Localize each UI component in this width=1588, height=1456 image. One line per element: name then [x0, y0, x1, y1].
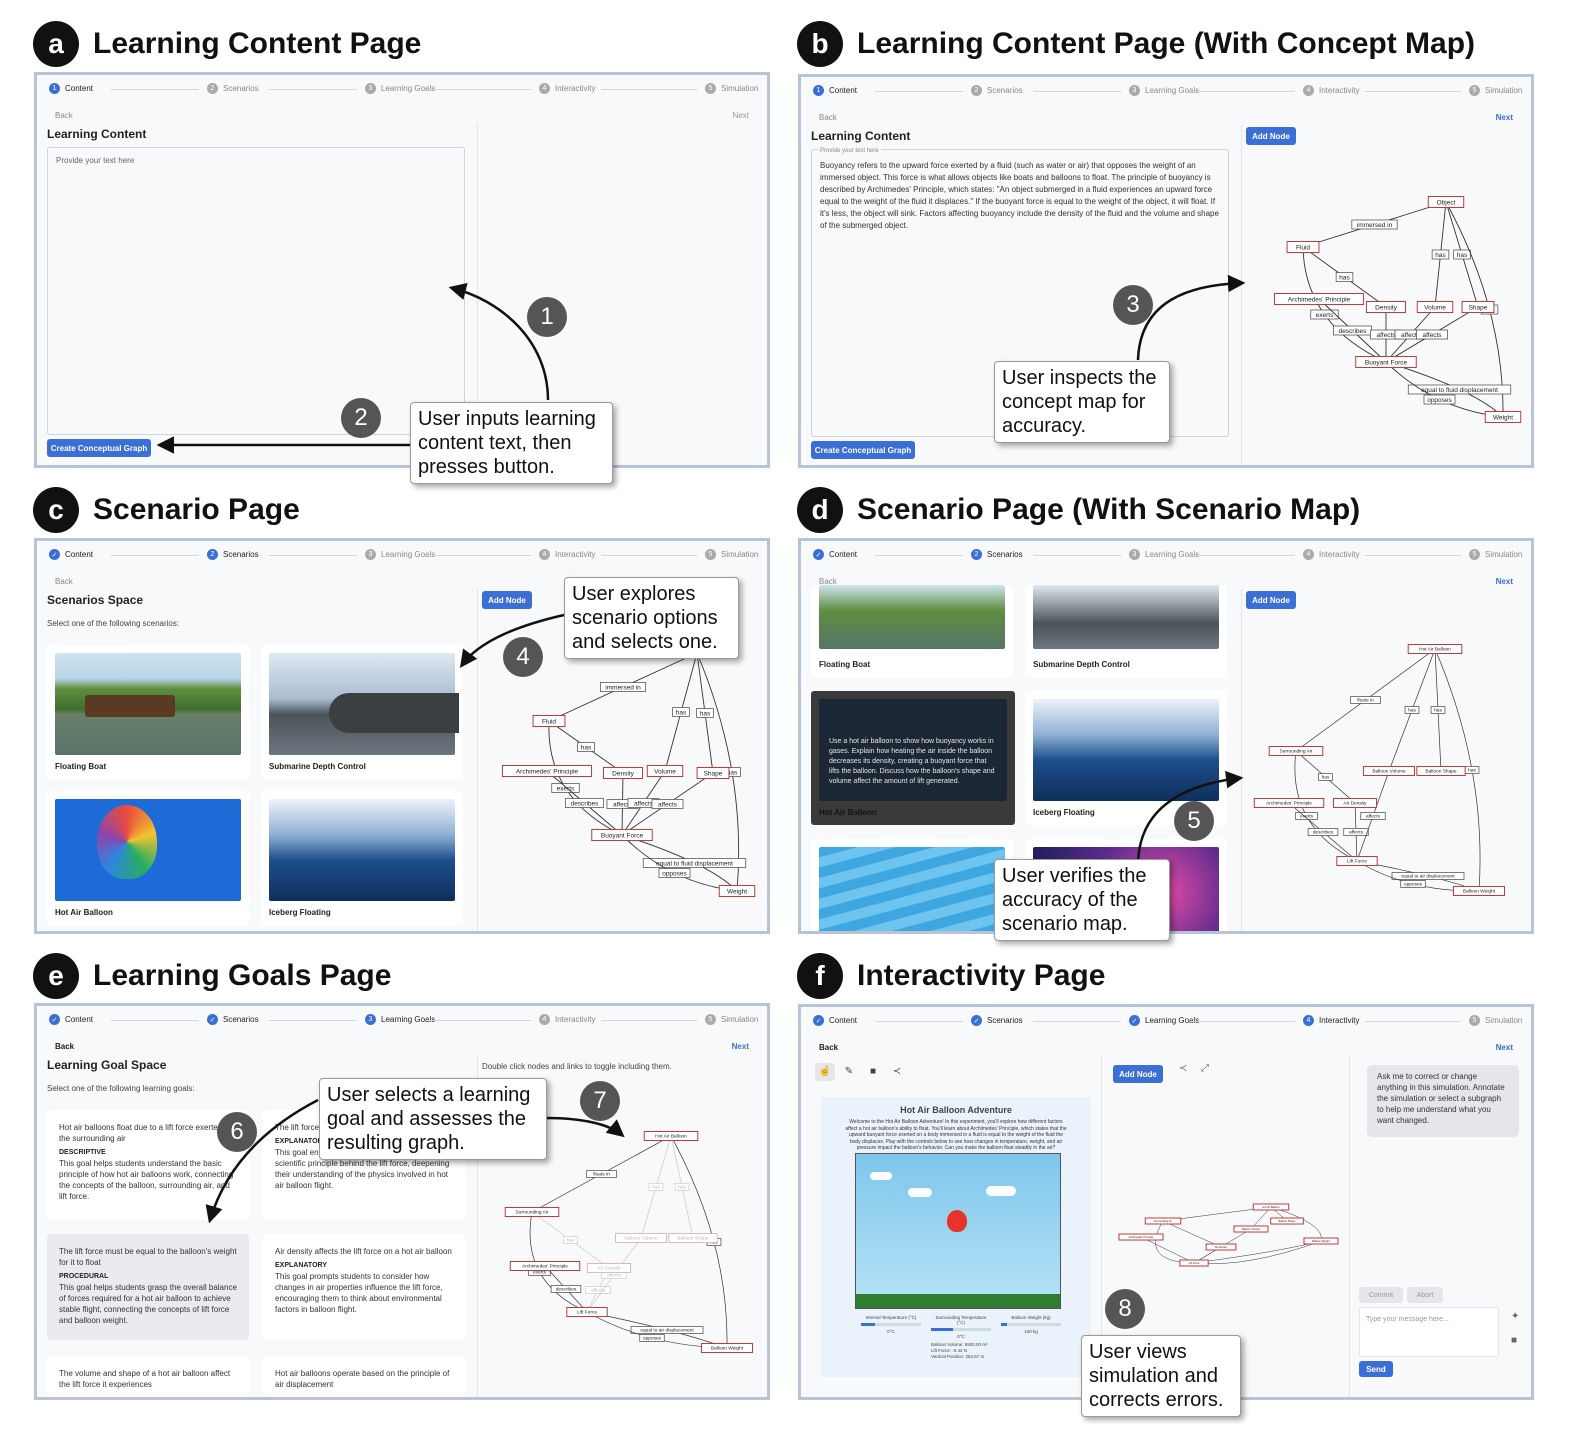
step-badge: 4: [503, 637, 543, 677]
callout-explore: User explores scenario options and selec…: [564, 577, 739, 659]
callout-goal: User selects a learning goal and assesse…: [319, 1078, 547, 1160]
step-badge: 3: [1113, 285, 1153, 325]
annotation-arrows: [156, 274, 1246, 1224]
callout-input: User inputs learning content text, then …: [410, 402, 613, 484]
step-badge: 1: [527, 297, 567, 337]
step-badge: 8: [1105, 1289, 1145, 1329]
arrow-3: [1136, 274, 1246, 361]
step-badge: 7: [580, 1081, 620, 1121]
step-badge: 6: [217, 1112, 257, 1152]
callout-inspect: User inspects the concept map for accura…: [994, 361, 1170, 443]
callout-simulation: User views simulation and corrects error…: [1081, 1335, 1241, 1417]
arrow-7: [545, 1116, 625, 1138]
callout-verify: User verifies the accuracy of the scenar…: [994, 859, 1170, 941]
step-badge: 5: [1174, 801, 1214, 841]
step-badge: 2: [341, 398, 381, 438]
